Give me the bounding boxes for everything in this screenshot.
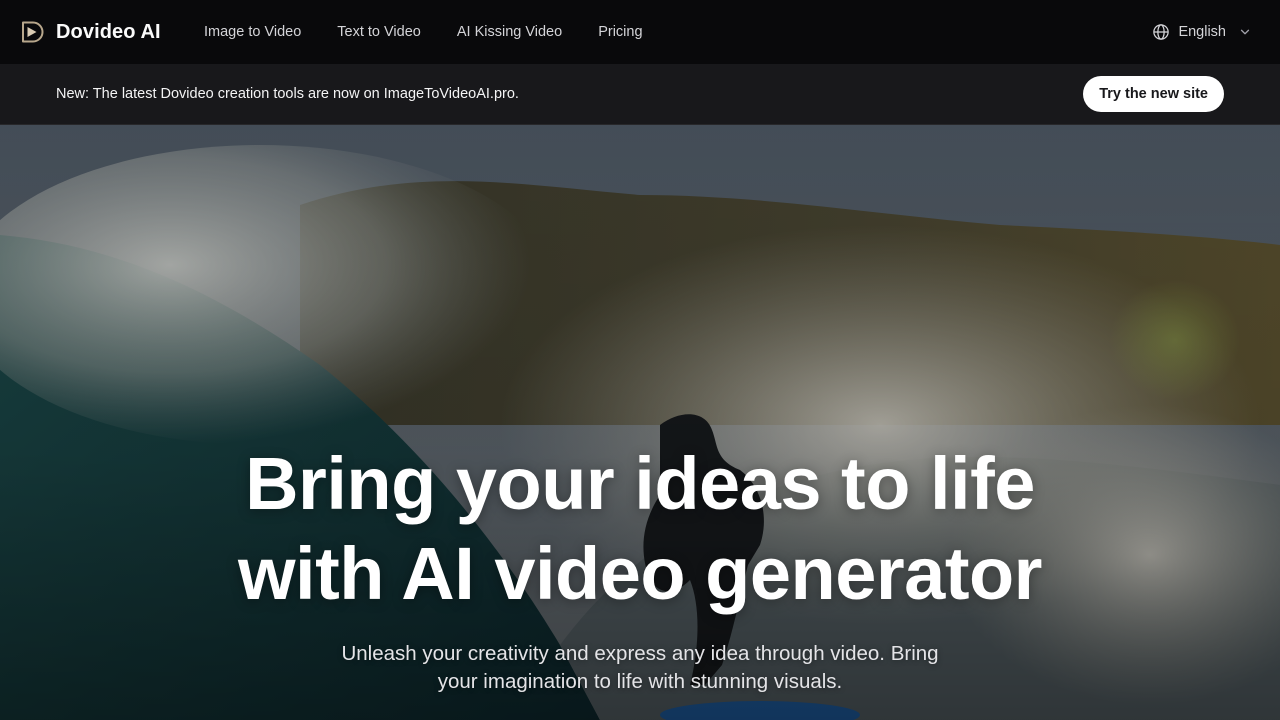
language-label: English	[1178, 24, 1226, 40]
nav-link-pricing[interactable]: Pricing	[598, 24, 642, 40]
brand-home-link[interactable]: Dovideo AI	[20, 20, 161, 44]
brand-name: Dovideo AI	[56, 20, 161, 43]
globe-icon	[1153, 24, 1170, 40]
hero-title: Bring your ideas to life with AI video g…	[140, 439, 1140, 619]
top-navigation: Dovideo AI Image to Video Text to Video …	[0, 0, 1280, 64]
hero-subtitle: Unleash your creativity and express any …	[300, 640, 980, 696]
main-nav: Image to Video Text to Video AI Kissing …	[204, 0, 643, 64]
hero-subtitle-line-2: your imagination to life with stunning v…	[437, 670, 843, 693]
chevron-down-icon	[1240, 29, 1250, 35]
hero-content: Bring your ideas to life with AI video g…	[0, 125, 1280, 720]
try-new-site-button[interactable]: Try the new site	[1083, 76, 1224, 112]
nav-link-ai-kissing-video[interactable]: AI Kissing Video	[457, 24, 562, 40]
hero-subtitle-line-1: Unleash your creativity and express any …	[341, 642, 939, 665]
play-d-logo-icon	[22, 21, 44, 43]
hero-section: Bring your ideas to life with AI video g…	[0, 125, 1280, 720]
nav-link-image-to-video[interactable]: Image to Video	[204, 24, 301, 40]
announcement-text: New: The latest Dovideo creation tools a…	[56, 86, 519, 102]
nav-link-text-to-video[interactable]: Text to Video	[337, 24, 421, 40]
announcement-bar: New: The latest Dovideo creation tools a…	[0, 64, 1280, 125]
language-selector[interactable]: English	[1152, 20, 1252, 44]
hero-title-line-2: with AI video generator	[238, 532, 1042, 615]
hero-title-line-1: Bring your ideas to life	[245, 442, 1035, 525]
